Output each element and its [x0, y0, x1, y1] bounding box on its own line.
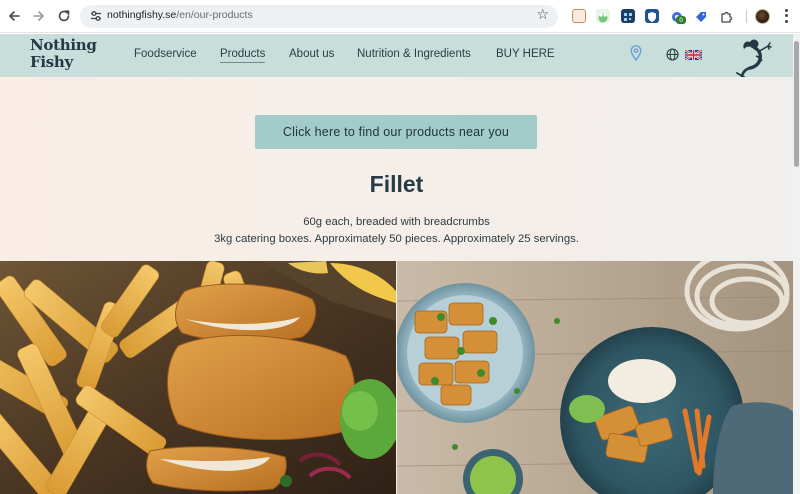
- reload-icon[interactable]: [54, 6, 74, 26]
- site-logo[interactable]: Nothing Fishy: [30, 38, 97, 70]
- qr-extension-icon[interactable]: [621, 9, 635, 23]
- site-info-icon[interactable]: [89, 9, 103, 23]
- nav-nutrition-ingredients[interactable]: Nutrition & Ingredients: [357, 48, 471, 60]
- globe-icon[interactable]: [666, 48, 679, 61]
- uk-flag-icon[interactable]: [685, 50, 702, 60]
- fillet-with-fries-photo: [0, 261, 396, 494]
- fish-plates-photo: [397, 261, 793, 494]
- menu-icon[interactable]: [783, 8, 789, 24]
- product-description-line-1: 60g each, breaded with breadcrumbs: [303, 216, 490, 228]
- find-products-button[interactable]: Click here to find our products near you: [255, 115, 537, 149]
- site-header: Nothing Fishy Foodservice Products About…: [0, 34, 793, 80]
- nav-buy-here[interactable]: BUY HERE: [496, 48, 555, 60]
- page-scrollbar[interactable]: [793, 34, 800, 494]
- back-icon[interactable]: [4, 6, 24, 26]
- forward-icon[interactable]: [29, 6, 49, 26]
- tag-extension-icon[interactable]: [694, 9, 708, 23]
- extension-badge: 0: [676, 16, 686, 24]
- toolbar-divider: [746, 10, 747, 23]
- mermaid-logo-icon: [736, 39, 772, 80]
- address-bar[interactable]: nothingfishy.se/en/our-products ☆: [80, 5, 558, 28]
- nav-products[interactable]: Products: [220, 48, 266, 63]
- page-viewport: Nothing Fishy Foodservice Products About…: [0, 34, 793, 494]
- browser-toolbar: nothingfishy.se/en/our-products ☆ 0: [0, 0, 800, 33]
- logo-line-1: Nothing: [30, 36, 97, 54]
- puzzle-badge-extension-icon[interactable]: 0: [670, 9, 686, 24]
- product-hero: Click here to find our products near you…: [0, 77, 793, 261]
- extensions-icon[interactable]: [719, 9, 733, 23]
- product-title: Fillet: [369, 171, 424, 197]
- logo-line-2: Fishy: [30, 53, 73, 71]
- bookmark-star-icon[interactable]: ☆: [536, 7, 549, 23]
- profile-avatar[interactable]: [755, 9, 770, 24]
- url-host: nothingfishy.se: [107, 9, 177, 21]
- product-description-line-2: 3kg catering boxes. Approximately 50 pie…: [214, 233, 579, 245]
- frog-extension-icon[interactable]: [596, 9, 610, 23]
- url-path: /en/our-products: [176, 9, 253, 21]
- nav-foodservice[interactable]: Foodservice: [134, 48, 197, 60]
- cast-extension-icon[interactable]: [572, 9, 586, 23]
- scrollbar-thumb[interactable]: [794, 41, 799, 167]
- shield-extension-icon[interactable]: [645, 9, 659, 23]
- product-photos: [0, 261, 793, 494]
- url-text: nothingfishy.se/en/our-products: [107, 9, 253, 21]
- nav-about-us[interactable]: About us: [289, 48, 334, 60]
- location-pin-icon[interactable]: [630, 45, 642, 61]
